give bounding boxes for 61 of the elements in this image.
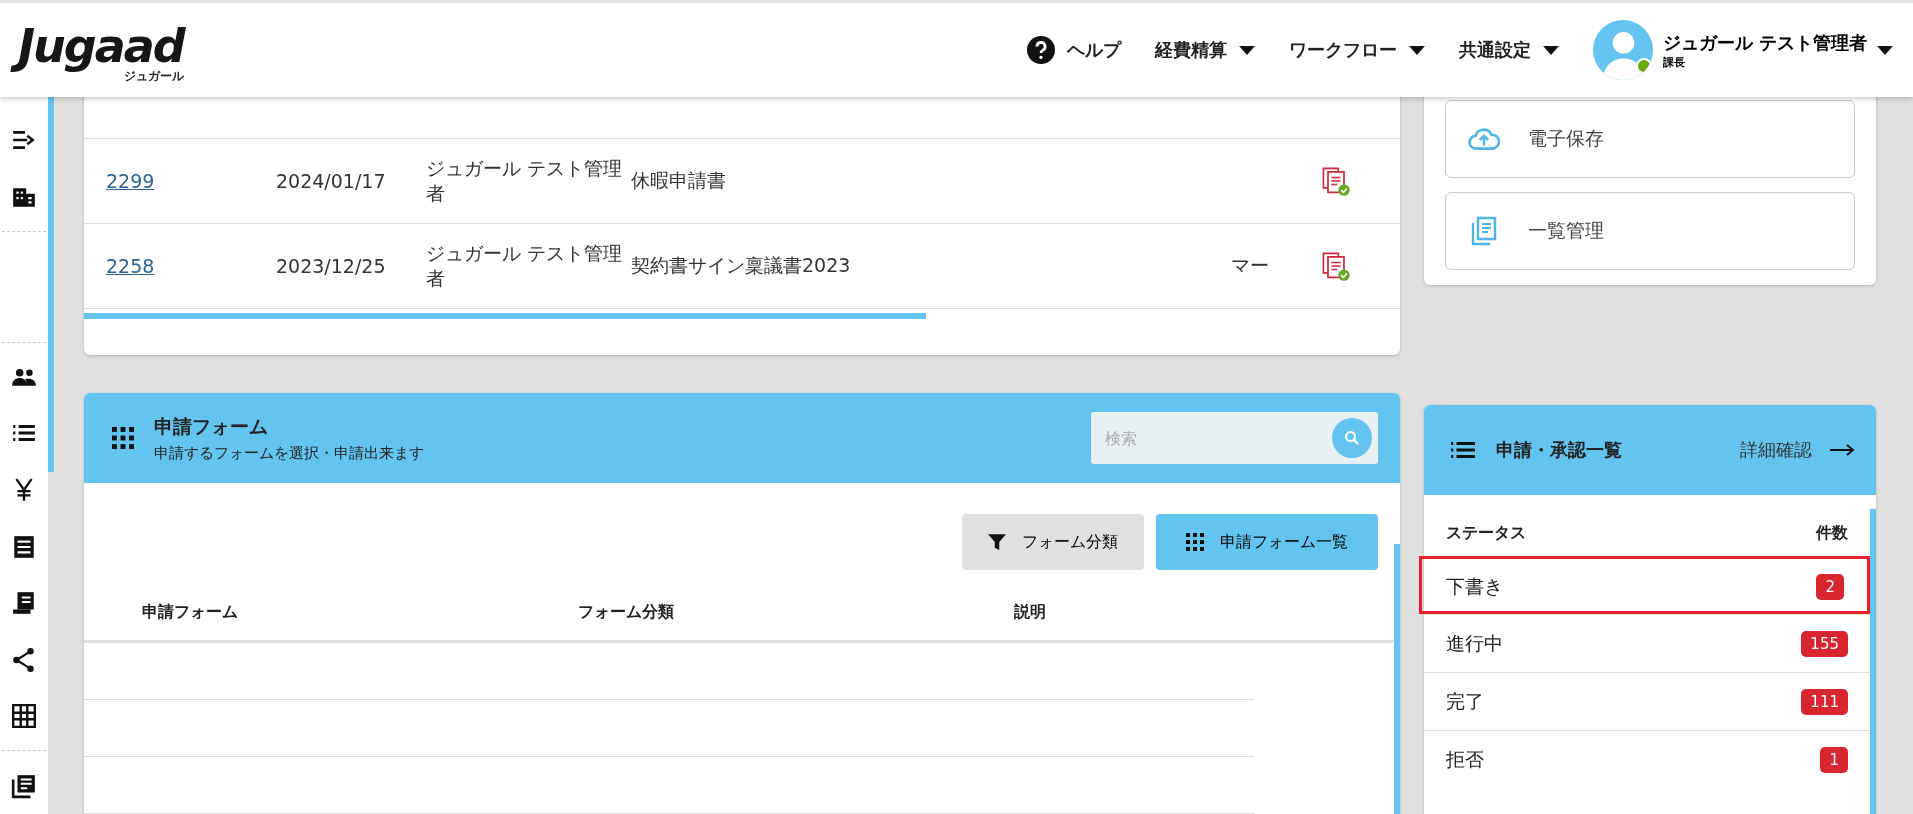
document-id-link[interactable]: 2258 bbox=[106, 255, 276, 277]
list-management-button[interactable]: 一覧管理 bbox=[1445, 192, 1855, 270]
vertical-scrollbar[interactable] bbox=[1394, 544, 1400, 814]
count-badge: 1 bbox=[1820, 746, 1848, 773]
details-link[interactable]: 詳細確認 bbox=[1740, 438, 1856, 462]
status-row[interactable]: 下書き 2 bbox=[1419, 556, 1870, 614]
sidebar-scrollbar[interactable] bbox=[48, 97, 54, 472]
document-id-link[interactable]: 2299 bbox=[106, 170, 276, 192]
applicant-cell-text: ジュガール テスト管理者 bbox=[426, 241, 624, 291]
card-subtitle: 申請するフォームを選択・申請出来ます bbox=[154, 443, 425, 463]
receipt-icon bbox=[11, 533, 37, 560]
caret-icon bbox=[1238, 45, 1255, 55]
nav-menu[interactable]: 共通設定 bbox=[1458, 38, 1559, 62]
form-list-button[interactable]: 申請フォーム一覧 bbox=[1156, 514, 1378, 570]
grid-icon bbox=[11, 703, 37, 730]
title-cell-text: 契約書サイン稟議書2023 bbox=[631, 253, 852, 278]
caret-icon bbox=[1408, 45, 1425, 55]
search-field[interactable]: 検索 bbox=[1091, 412, 1378, 464]
date-cell-text: 2024/01/17 bbox=[276, 170, 387, 192]
table-cell: マー bbox=[1231, 254, 1269, 276]
title-cell-text: 休暇申請書 bbox=[631, 168, 727, 193]
e-storage-button[interactable]: 電子保存 bbox=[1445, 100, 1855, 178]
column-header: 説明 bbox=[1014, 601, 1046, 623]
help-link[interactable]: ヘルプ bbox=[1026, 36, 1121, 64]
count-badge: 111 bbox=[1801, 688, 1848, 715]
column-header: 件数 bbox=[1816, 523, 1848, 544]
nav-menu[interactable]: 経費精算 bbox=[1154, 38, 1255, 62]
status-row[interactable]: 進行中 155 bbox=[1424, 614, 1870, 672]
grid-icon bbox=[112, 427, 134, 449]
column-header: 申請フォーム bbox=[142, 601, 239, 623]
user-role: 課長 bbox=[1662, 54, 1686, 70]
logo[interactable]: Jugaad ジュガール bbox=[10, 13, 194, 87]
column-header: フォーム分類 bbox=[578, 601, 675, 623]
user-menu[interactable]: ジュガール テスト管理者 課長 bbox=[1592, 20, 1893, 80]
applicant-cell-text: ジュガール テスト管理者 bbox=[426, 156, 624, 206]
pdf-icon[interactable] bbox=[1321, 165, 1351, 197]
status-row[interactable]: 完了 111 bbox=[1424, 672, 1870, 730]
category-button[interactable]: フォーム分類 bbox=[962, 514, 1144, 570]
user-name: ジュガール テスト管理者 bbox=[1662, 30, 1867, 55]
share-icon bbox=[11, 646, 37, 673]
caret-icon bbox=[1542, 45, 1559, 55]
vertical-scrollbar[interactable] bbox=[1870, 509, 1876, 814]
date-cell-text: 2023/12/25 bbox=[276, 255, 387, 277]
news-icon bbox=[11, 772, 37, 799]
pdf-icon[interactable] bbox=[1321, 250, 1351, 282]
search-icon bbox=[1344, 430, 1360, 446]
count-badge: 2 bbox=[1816, 573, 1844, 600]
card-title: 申請・承認一覧 bbox=[1496, 438, 1623, 462]
nav-menu[interactable]: ワークフロー bbox=[1288, 38, 1425, 62]
count-badge: 155 bbox=[1801, 630, 1848, 657]
status-row[interactable]: 拒否 1 bbox=[1424, 730, 1870, 788]
caret-icon bbox=[1877, 45, 1893, 55]
arrow-right-icon bbox=[1830, 444, 1856, 456]
column-header: ステータス bbox=[1446, 523, 1526, 544]
bill-icon bbox=[11, 590, 37, 617]
grid-icon bbox=[1186, 533, 1204, 551]
list-icon bbox=[1450, 440, 1476, 460]
filter-icon bbox=[988, 533, 1006, 551]
horizontal-scrollbar[interactable] bbox=[84, 313, 927, 319]
help-icon bbox=[1026, 36, 1055, 64]
card-title: 申請フォーム bbox=[154, 413, 269, 439]
